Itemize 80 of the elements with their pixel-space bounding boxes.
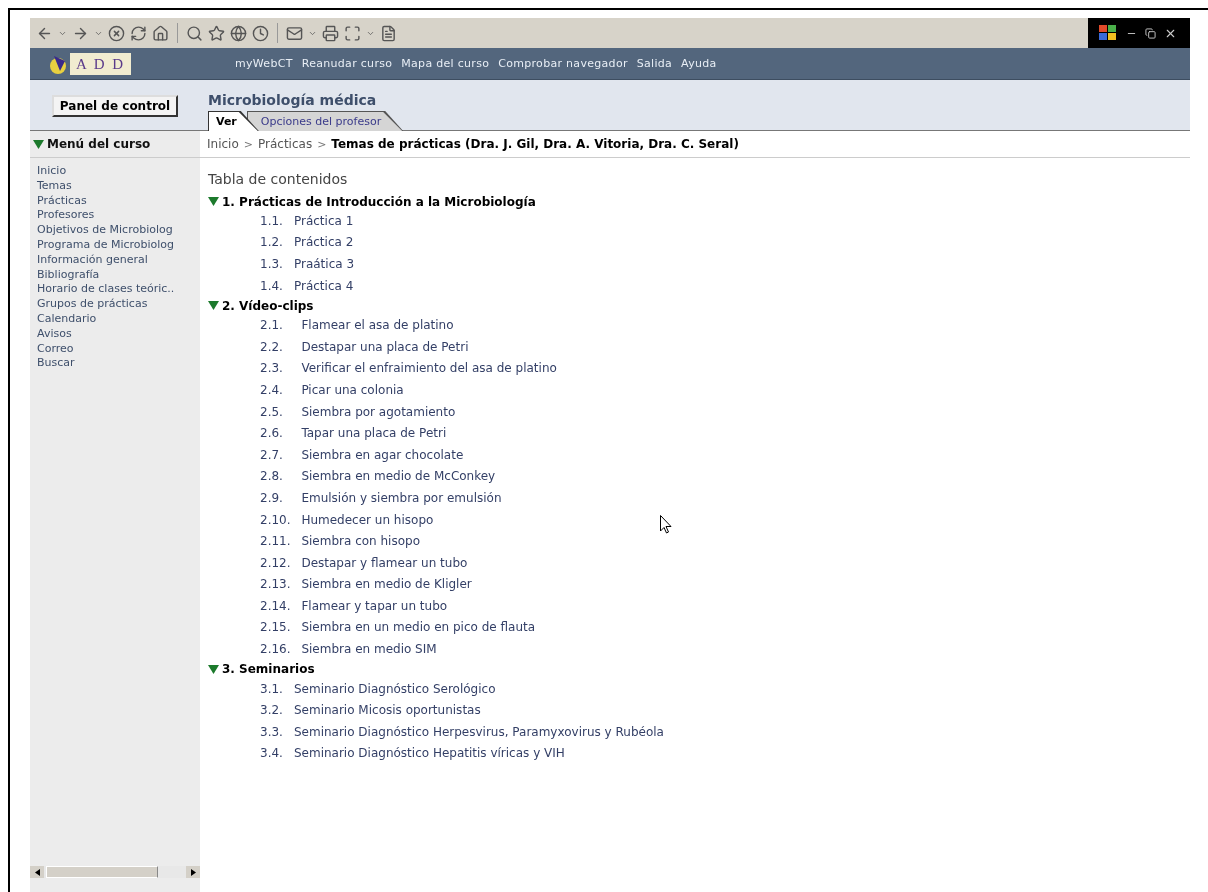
- nav-link[interactable]: Mapa del curso: [401, 57, 490, 70]
- nav-link[interactable]: Reanudar curso: [301, 57, 393, 70]
- toc-link[interactable]: 2.10. Humedecer un hisopo: [208, 508, 1190, 531]
- scroll-right-icon[interactable]: [186, 866, 200, 878]
- breadcrumb-separator: >: [243, 137, 253, 151]
- sidebar-link[interactable]: Temas: [37, 178, 200, 194]
- toc-link[interactable]: 3.1. Seminario Diagnóstico Serológico: [208, 677, 1190, 700]
- toc-link[interactable]: 1.1. Práctica 1: [208, 210, 1190, 232]
- toc-link[interactable]: 2.6. Tapar una placa de Petri: [208, 422, 1190, 444]
- toc-link[interactable]: 2.1. Flamear el asa de platino: [208, 314, 1190, 336]
- toc-link[interactable]: 2.7. Siembra en agar chocolate: [208, 443, 1190, 466]
- sidebar-link[interactable]: Inicio: [37, 164, 200, 179]
- sidebar-link[interactable]: Correo: [37, 341, 200, 357]
- toc-link[interactable]: 1.2. Práctica 2: [208, 231, 1190, 254]
- scroll-thumb[interactable]: [46, 866, 158, 878]
- toc-link[interactable]: 3.4. Seminario Diagnóstico Hepatitis víricas y VIH: [208, 742, 1190, 765]
- sidebar-link[interactable]: Buscar: [37, 356, 200, 372]
- toc-link[interactable]: 2.11. Siembra con hisopo: [208, 530, 1190, 552]
- scroll-left-icon[interactable]: [30, 866, 44, 878]
- control-panel-button[interactable]: Panel de control: [51, 95, 179, 117]
- expanded-triangle-icon[interactable]: [208, 664, 219, 674]
- refresh-icon[interactable]: [130, 24, 147, 42]
- toc-link[interactable]: 2.9. Emulsión y siembra por emulsión: [208, 487, 1190, 509]
- toc-link[interactable]: 1.4. Práctica 4: [208, 274, 1190, 297]
- breadcrumb-separator: >: [317, 137, 327, 151]
- tab[interactable]: Opciones del profesor: [246, 111, 404, 131]
- nav-link[interactable]: myWebCT: [235, 57, 293, 70]
- mail-icon[interactable]: [286, 24, 303, 42]
- nav-link[interactable]: Ayuda: [681, 57, 717, 70]
- breadcrumb-link[interactable]: Inicio: [207, 137, 239, 151]
- stop-icon[interactable]: [108, 24, 125, 42]
- toc-link[interactable]: 2.12. Destapar y flamear un tubo: [208, 551, 1190, 574]
- section-title[interactable]: 3. Seminarios: [222, 662, 315, 677]
- home-icon[interactable]: [152, 24, 169, 42]
- sidebar-link[interactable]: Bibliografía: [37, 267, 200, 283]
- expanded-triangle-icon[interactable]: [208, 301, 219, 311]
- toc-link[interactable]: 2.13. Siembra en medio de Kligler: [208, 573, 1190, 596]
- sidebar-link[interactable]: Horario de clases teóric..: [37, 282, 200, 298]
- sidebar-link[interactable]: Grupos de prácticas: [37, 297, 200, 312]
- breadcrumb-current: Temas de prácticas (Dra. J. Gil, Dra. A. Vitoria, Dra. C. Seral): [331, 137, 739, 151]
- toc-link[interactable]: 2.3. Verificar el enfraimiento del asa de platino: [208, 357, 1190, 380]
- toc-link[interactable]: 3.2. Seminario Micosis oportunistas: [208, 699, 1190, 722]
- toc-link[interactable]: 2.5. Siembra por agotamiento: [208, 400, 1190, 423]
- toc-link[interactable]: 2.15. Siembra en un medio en pico de flauta: [208, 616, 1190, 639]
- toc-link[interactable]: 2.2. Destapar una placa de Petri: [208, 335, 1190, 358]
- menu-title: Menú del curso: [47, 137, 151, 151]
- breadcrumb-link[interactable]: Prácticas: [258, 137, 313, 151]
- print-icon[interactable]: [322, 24, 339, 42]
- restore-icon[interactable]: [1145, 27, 1156, 39]
- expanded-triangle-icon[interactable]: [33, 139, 44, 149]
- logo-text: A D D: [70, 52, 132, 75]
- toc-link[interactable]: 2.14. Flamear y tapar un tubo: [208, 595, 1190, 617]
- nav-link[interactable]: Salida: [636, 57, 673, 70]
- toc-link[interactable]: 2.16. Siembra en medio SIM: [208, 638, 1190, 660]
- windows-flag-icon: [1098, 24, 1118, 42]
- toc-link[interactable]: 3.3. Seminario Diagnóstico Herpesvirus, Paramyxovirus y Rubéola: [208, 721, 1190, 743]
- sidebar-link[interactable]: Prácticas: [37, 193, 200, 209]
- course-title: Microbiología médica: [208, 92, 378, 108]
- mouse-pointer-icon: [660, 515, 672, 534]
- sidebar-link[interactable]: Programa de Microbiolog: [37, 238, 200, 253]
- horizontal-scrollbar[interactable]: [30, 866, 200, 878]
- favorites-icon[interactable]: [208, 24, 225, 42]
- fullscreen-icon[interactable]: [344, 24, 361, 42]
- globe-icon[interactable]: [230, 24, 247, 42]
- document-icon[interactable]: [380, 24, 397, 42]
- toc-link[interactable]: 2.8. Siembra en medio de McConkey: [208, 465, 1190, 488]
- toc-link[interactable]: 2.4. Picar una colonia: [208, 379, 1190, 401]
- toc-title: Tabla de contenidos: [208, 171, 349, 187]
- expanded-triangle-icon[interactable]: [208, 197, 219, 206]
- sidebar-link[interactable]: Avisos: [37, 326, 200, 342]
- sidebar-link[interactable]: Información general: [37, 252, 200, 268]
- sidebar-link[interactable]: Profesores: [37, 208, 200, 224]
- nav-link[interactable]: Comprobar navegador: [498, 57, 628, 70]
- section-title[interactable]: 2. Vídeo-clips: [222, 298, 314, 313]
- search-icon[interactable]: [186, 24, 203, 42]
- section-title[interactable]: 1. Prácticas de Introducción a la Microbiología: [222, 194, 536, 209]
- history-icon[interactable]: [252, 24, 269, 42]
- sidebar-link[interactable]: Calendario: [37, 311, 200, 327]
- sidebar-link[interactable]: Objetivos de Microbiolog: [37, 223, 200, 238]
- toc-link[interactable]: 1.3. Praática 3: [208, 253, 1190, 275]
